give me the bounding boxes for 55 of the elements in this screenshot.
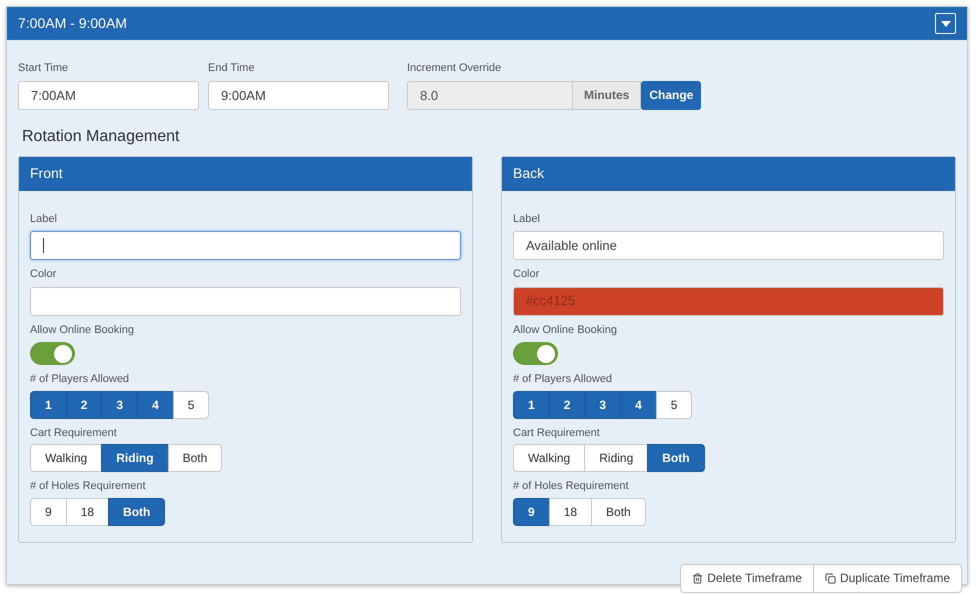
- input-field[interactable]: 9:00AM: [208, 80, 389, 110]
- input-field[interactable]: [30, 286, 461, 316]
- card-title: 7:00AM - 9:00AM: [18, 14, 127, 33]
- field-label: # of Holes Requirement: [513, 479, 630, 494]
- option-button[interactable]: Riding: [584, 444, 648, 472]
- field-label: Increment Override: [407, 61, 502, 76]
- option-button[interactable]: 2: [66, 390, 102, 418]
- option-button[interactable]: 1: [30, 390, 67, 418]
- panel-title: Back: [513, 164, 544, 183]
- field-label: Cart Requirement: [30, 426, 118, 440]
- section-title: Rotation Management: [22, 126, 180, 146]
- copy-icon: [824, 572, 836, 584]
- caret-icon: [940, 20, 950, 26]
- option-button[interactable]: Walking: [30, 444, 102, 472]
- field-label: Color: [30, 267, 58, 282]
- field-label: Start Time: [18, 61, 70, 76]
- field-label: Label: [513, 212, 541, 226]
- field-label: # of Players Allowed: [30, 372, 130, 387]
- collapse-button[interactable]: [935, 13, 956, 34]
- option-button[interactable]: Both: [168, 444, 222, 472]
- input-field[interactable]: Available online: [513, 231, 944, 260]
- option-button[interactable]: 18: [66, 498, 110, 526]
- option-button[interactable]: 18: [548, 498, 592, 526]
- input-field[interactable]: [30, 231, 461, 260]
- option-button[interactable]: Both: [647, 444, 705, 472]
- field-label: # of Players Allowed: [513, 372, 614, 387]
- delete-button[interactable]: Delete Timeframe: [680, 564, 814, 592]
- option-button[interactable]: 5: [656, 390, 692, 418]
- option-button[interactable]: 4: [620, 390, 657, 418]
- toggle-switch[interactable]: [30, 342, 75, 365]
- duplicate-button[interactable]: Duplicate Timeframe: [812, 564, 962, 592]
- toggle-switch[interactable]: [513, 342, 558, 365]
- field-label: Label: [30, 212, 58, 226]
- unit-addon: Minutes: [572, 80, 642, 110]
- field-label: Color: [513, 267, 540, 282]
- option-button[interactable]: 3: [584, 390, 622, 418]
- option-button[interactable]: 2: [548, 390, 586, 418]
- option-button[interactable]: 9: [513, 498, 550, 526]
- field-label: # of Holes Requirement: [30, 479, 147, 494]
- panel-title: Front: [30, 164, 63, 183]
- field-label: Allow Online Booking: [30, 322, 135, 338]
- option-button[interactable]: 9: [30, 498, 67, 526]
- field-label: Cart Requirement: [513, 426, 601, 440]
- option-button[interactable]: Both: [108, 498, 166, 526]
- field-label: End Time: [208, 61, 256, 76]
- option-button[interactable]: Walking: [513, 444, 586, 472]
- option-button[interactable]: 4: [137, 390, 174, 418]
- option-button[interactable]: Both: [591, 498, 646, 526]
- field-label: Allow Online Booking: [513, 322, 618, 338]
- option-button[interactable]: 3: [101, 390, 138, 418]
- option-button[interactable]: Riding: [101, 444, 169, 472]
- option-button[interactable]: 1: [513, 390, 550, 418]
- option-button[interactable]: 5: [172, 390, 210, 418]
- input-field[interactable]: 7:00AM: [18, 80, 199, 110]
- trash-icon: [692, 572, 704, 584]
